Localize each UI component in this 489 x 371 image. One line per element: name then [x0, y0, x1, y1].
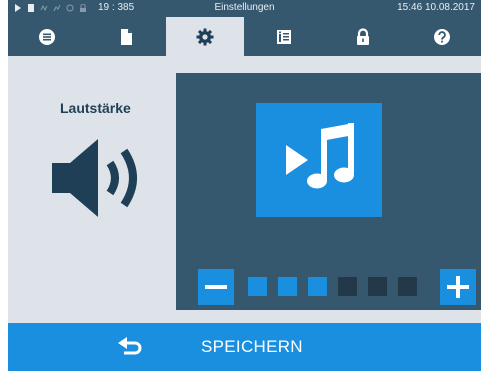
tab-documents[interactable]	[87, 17, 166, 56]
tab-settings[interactable]	[165, 17, 245, 56]
volume-increase-button[interactable]	[440, 269, 476, 305]
tab-security[interactable]	[323, 17, 402, 56]
help-icon	[433, 28, 450, 45]
tab-info[interactable]	[244, 17, 323, 56]
status-date: 10.08.2017	[424, 2, 475, 13]
volume-panel	[176, 73, 481, 310]
tab-help[interactable]	[402, 17, 481, 56]
volume-level-segment	[368, 277, 387, 296]
menu-icon	[39, 28, 56, 45]
volume-decrease-button[interactable]	[198, 269, 234, 305]
status-datetime: 15:46 10.08.2017	[397, 2, 475, 13]
lock-icon	[356, 27, 369, 45]
save-bar[interactable]: SPEICHERN	[8, 323, 481, 371]
music-note-icon	[286, 123, 354, 189]
volume-label: Lautstärke	[60, 100, 131, 116]
minus-icon	[205, 285, 227, 289]
status-time: 15:46	[397, 2, 423, 13]
volume-level-segment	[338, 277, 357, 296]
status-bar: 19 : 385 Einstellungen 15:46 10.08.2017	[8, 0, 481, 17]
volume-level-segment	[248, 277, 267, 296]
volume-level-segment	[398, 277, 417, 296]
tab-menu[interactable]	[8, 17, 87, 56]
volume-level-segment	[308, 277, 327, 296]
gear-icon	[196, 28, 214, 45]
main-content: Lautstärke	[8, 56, 481, 323]
info-panel-icon	[276, 29, 291, 44]
save-button[interactable]: SPEICHERN	[201, 337, 303, 357]
volume-level-segment	[278, 277, 297, 296]
document-icon	[121, 28, 133, 45]
tab-bar	[8, 17, 481, 56]
back-arrow-icon[interactable]	[118, 337, 144, 357]
speaker-icon	[52, 139, 137, 217]
play-sound-button[interactable]	[256, 103, 382, 217]
